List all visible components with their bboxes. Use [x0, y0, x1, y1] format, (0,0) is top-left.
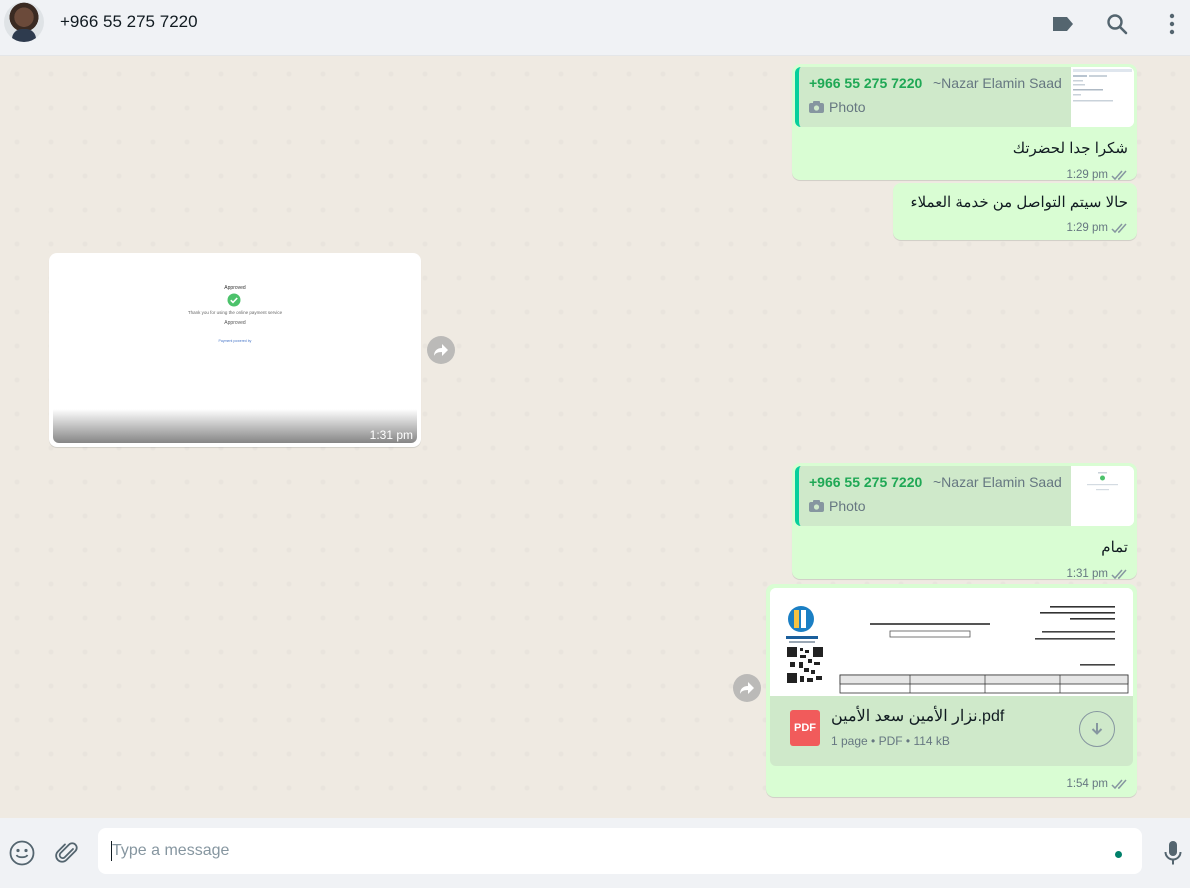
- outgoing-message[interactable]: +966 55 275 7220 ~Nazar Elamin Saad Phot…: [792, 463, 1137, 580]
- message-meta: 1:29 pm: [1066, 169, 1129, 181]
- quoted-photo-thumbnail: [1071, 466, 1134, 526]
- download-icon: [1091, 723, 1103, 735]
- message-text: تمام: [1101, 539, 1128, 556]
- payment-screenshot[interactable]: Approved Thank you for using the online …: [53, 257, 417, 443]
- quoted-push-name: ~Nazar Elamin Saad: [933, 474, 1062, 490]
- check-circle-icon: [227, 293, 241, 307]
- quoted-message[interactable]: +966 55 275 7220 ~Nazar Elamin Saad Phot…: [795, 67, 1134, 127]
- quoted-sender: +966 55 275 7220: [809, 75, 923, 91]
- outgoing-message[interactable]: +966 55 275 7220 ~Nazar Elamin Saad Phot…: [792, 64, 1137, 181]
- image-shade: [53, 409, 417, 443]
- chat-header: +966 55 275 7220: [0, 0, 1190, 56]
- message-time: 1:31 pm: [1066, 568, 1108, 580]
- read-ticks-icon: [1111, 170, 1127, 180]
- message-meta: 1:31 pm: [1066, 568, 1129, 580]
- preview-title: Approved: [224, 285, 246, 291]
- preview-footer: Payment powered by: [218, 339, 252, 343]
- status-dot: [1115, 851, 1122, 858]
- label-icon[interactable]: [1049, 10, 1077, 38]
- quoted-type-label: Photo: [829, 498, 866, 514]
- document-preview[interactable]: [770, 588, 1133, 696]
- preview-line: Thank you for using the online payment s…: [187, 310, 283, 315]
- quoted-type: Photo: [809, 498, 866, 514]
- message-time: 1:31 pm: [369, 428, 413, 442]
- incoming-image-message[interactable]: Approved Thank you for using the online …: [49, 253, 421, 447]
- message-composer: [0, 818, 1190, 888]
- camera-icon: [809, 500, 824, 512]
- document-meta: 1 page • PDF • 114 kB: [831, 734, 950, 748]
- pdf-file-icon: PDF: [790, 710, 820, 746]
- message-text: حالا سيتم التواصل من خدمة العملاء: [910, 194, 1128, 211]
- emoji-icon[interactable]: [7, 838, 37, 868]
- forward-button[interactable]: [427, 336, 455, 364]
- read-ticks-icon: [1111, 223, 1127, 233]
- mic-icon[interactable]: [1158, 838, 1188, 868]
- message-time: 1:29 pm: [1066, 169, 1108, 181]
- menu-icon[interactable]: [1158, 10, 1186, 38]
- qr-code: [786, 646, 824, 684]
- message-input[interactable]: [98, 828, 1142, 874]
- quoted-type-label: Photo: [829, 99, 866, 115]
- message-text: شكرا جدا لحضرتك: [1012, 140, 1128, 157]
- message-meta: 1:29 pm: [1066, 222, 1129, 234]
- search-icon[interactable]: [1103, 10, 1131, 38]
- document-info-bar[interactable]: PDF نزار الأمين سعد الأمين.pdf 1 page • …: [770, 696, 1133, 766]
- attach-icon[interactable]: [52, 838, 82, 868]
- quoted-sender: +966 55 275 7220: [809, 474, 923, 490]
- forward-icon: [434, 344, 448, 356]
- message-meta: 1:54 pm: [1066, 778, 1129, 790]
- quoted-message[interactable]: +966 55 275 7220 ~Nazar Elamin Saad Phot…: [795, 466, 1134, 526]
- download-button[interactable]: [1079, 711, 1115, 747]
- camera-icon: [809, 101, 824, 113]
- preview-status: Approved: [224, 320, 246, 326]
- read-ticks-icon: [1111, 569, 1127, 579]
- contact-avatar[interactable]: [4, 2, 44, 42]
- forward-icon: [740, 682, 754, 694]
- message-time: 1:54 pm: [1066, 778, 1108, 790]
- outgoing-message[interactable]: حالا سيتم التواصل من خدمة العملاء 1:29 p…: [893, 183, 1137, 240]
- read-ticks-icon: [1111, 779, 1127, 789]
- quoted-push-name: ~Nazar Elamin Saad: [933, 75, 1062, 91]
- conversation-panel: +966 55 275 7220 ~Nazar Elamin Saad Phot…: [0, 57, 1190, 818]
- quoted-type: Photo: [809, 99, 866, 115]
- outgoing-document-message[interactable]: PDF نزار الأمين سعد الأمين.pdf 1 page • …: [766, 584, 1137, 797]
- message-time: 1:29 pm: [1066, 222, 1108, 234]
- contact-name[interactable]: +966 55 275 7220: [60, 12, 198, 32]
- forward-button[interactable]: [733, 674, 761, 702]
- document-name[interactable]: نزار الأمين سعد الأمين.pdf: [831, 706, 1004, 726]
- quoted-photo-thumbnail: [1071, 67, 1134, 127]
- text-caret: [111, 841, 112, 861]
